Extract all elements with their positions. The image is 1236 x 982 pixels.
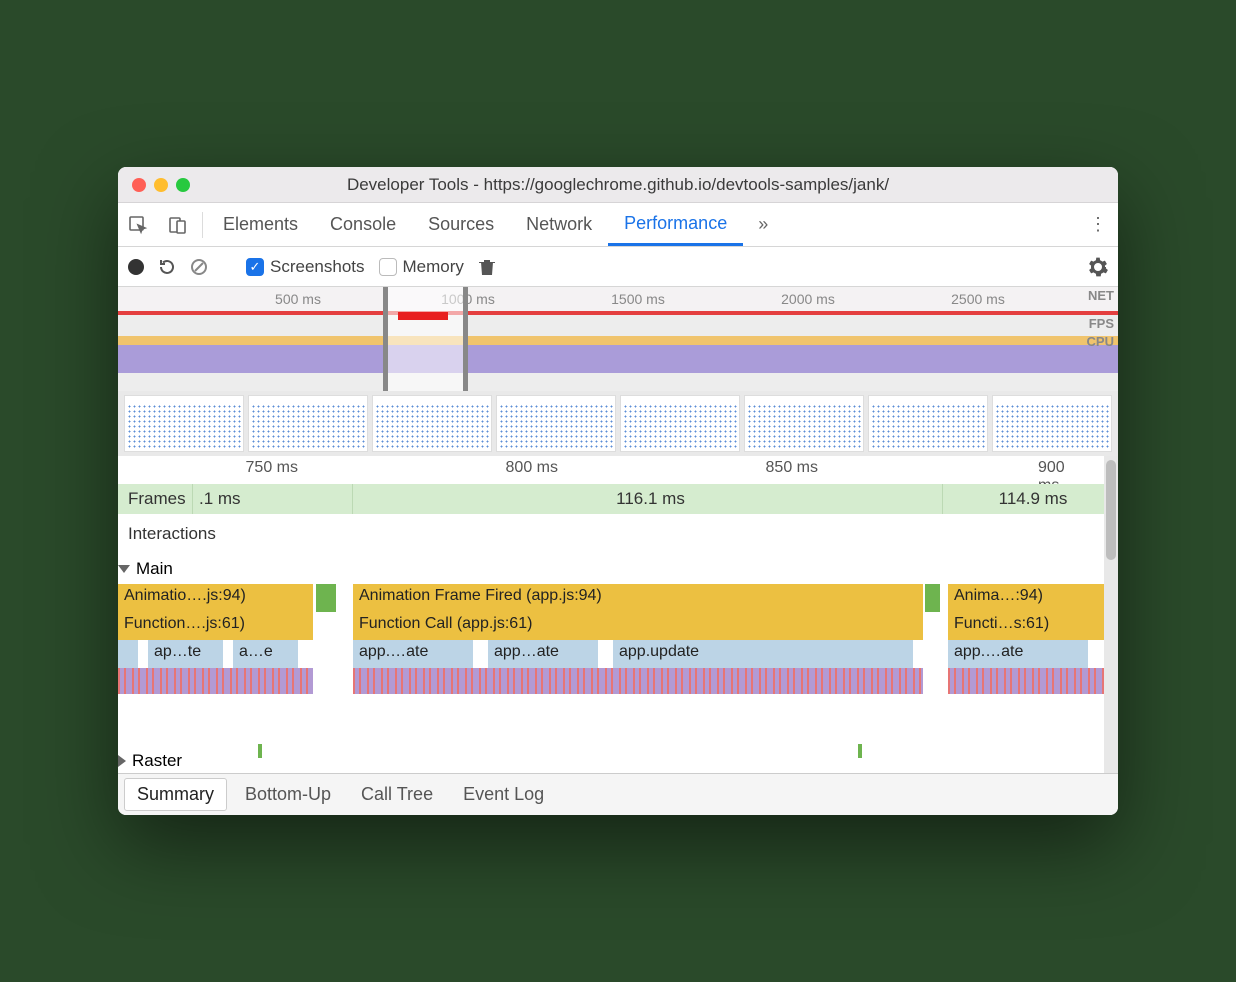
- frame-segment[interactable]: 116.1 ms: [353, 484, 943, 514]
- flame-stripes[interactable]: [353, 668, 923, 694]
- flame-stripes[interactable]: [118, 668, 313, 694]
- flame-bar[interactable]: [118, 640, 138, 668]
- titlebar: Developer Tools - https://googlechrome.g…: [118, 167, 1118, 203]
- detail-ruler: 750 ms 800 ms 850 ms 900 ms: [118, 456, 1118, 484]
- trash-button[interactable]: [478, 257, 496, 277]
- ov-tick: 500 ms: [275, 291, 321, 307]
- screenshot-filmstrip[interactable]: [118, 391, 1118, 456]
- chevron-right-icon: [118, 755, 126, 767]
- screenshot-thumb[interactable]: [496, 395, 616, 452]
- reload-button[interactable]: [158, 258, 176, 276]
- net-label: NET: [1088, 288, 1114, 303]
- checkbox-checked-icon: ✓: [246, 258, 264, 276]
- overview-net-lane: NET: [118, 375, 1118, 391]
- chevron-down-icon: [118, 565, 130, 573]
- d-tick: 800 ms: [506, 459, 558, 477]
- interactions-track[interactable]: Interactions: [118, 514, 1118, 554]
- tab-summary[interactable]: Summary: [124, 778, 227, 811]
- scrollbar-thumb[interactable]: [1106, 460, 1116, 560]
- screenshot-thumb[interactable]: [868, 395, 988, 452]
- window-title: Developer Tools - https://googlechrome.g…: [118, 175, 1118, 195]
- ov-tick: 2000 ms: [781, 291, 835, 307]
- flame-stripes[interactable]: [948, 668, 1108, 694]
- flame-bar[interactable]: [316, 584, 336, 612]
- flame-bar[interactable]: a…e: [233, 640, 298, 668]
- main-label: Main: [136, 559, 173, 579]
- screenshot-thumb[interactable]: [992, 395, 1112, 452]
- flame-bar[interactable]: app…ate: [488, 640, 598, 668]
- settings-icon[interactable]: [1088, 257, 1108, 277]
- ov-tick: 1500 ms: [611, 291, 665, 307]
- frame-segment[interactable]: 114.9 ms: [943, 484, 1118, 514]
- d-tick: 750 ms: [246, 459, 298, 477]
- overview-timeline[interactable]: 500 ms 1000 ms 1500 ms 2000 ms 2500 ms F…: [118, 287, 1118, 391]
- flamechart-area[interactable]: 750 ms 800 ms 850 ms 900 ms Frames .1 ms…: [118, 456, 1118, 773]
- flame-bar[interactable]: app.…ate: [948, 640, 1088, 668]
- flame-bar[interactable]: [925, 584, 940, 612]
- device-toggle-icon[interactable]: [158, 215, 198, 235]
- screenshot-thumb[interactable]: [124, 395, 244, 452]
- ov-tick: 2500 ms: [951, 291, 1005, 307]
- screenshot-thumb[interactable]: [248, 395, 368, 452]
- perf-toolbar: ✓ Screenshots Memory: [118, 247, 1118, 287]
- tab-call-tree[interactable]: Call Tree: [349, 779, 445, 810]
- overview-ruler: 500 ms 1000 ms 1500 ms 2000 ms 2500 ms: [118, 287, 1118, 315]
- devtools-window: Developer Tools - https://googlechrome.g…: [118, 167, 1118, 815]
- tab-network[interactable]: Network: [510, 203, 608, 246]
- main-flamechart[interactable]: Animatio….js:94) Animation Frame Fired (…: [118, 584, 1118, 749]
- checkbox-unchecked-icon: [379, 258, 397, 276]
- frames-track[interactable]: Frames .1 ms 116.1 ms 114.9 ms: [118, 484, 1118, 514]
- flame-bar[interactable]: Animation Frame Fired (app.js:94): [353, 584, 923, 612]
- tab-bottom-up[interactable]: Bottom-Up: [233, 779, 343, 810]
- clear-button[interactable]: [190, 258, 208, 276]
- record-button[interactable]: [128, 259, 144, 275]
- flame-bar[interactable]: Animatio….js:94): [118, 584, 313, 612]
- frame-segment[interactable]: .1 ms: [193, 484, 353, 514]
- flame-bar[interactable]: Function Call (app.js:61): [353, 612, 923, 640]
- more-tabs-icon[interactable]: »: [743, 214, 783, 235]
- raster-label: Raster: [132, 751, 182, 771]
- tab-sources[interactable]: Sources: [412, 203, 510, 246]
- overview-fps-lane: FPS: [118, 315, 1118, 333]
- frames-label: Frames: [118, 484, 193, 514]
- memory-label: Memory: [403, 257, 464, 277]
- tab-event-log[interactable]: Event Log: [451, 779, 556, 810]
- flame-bar[interactable]: Functi…s:61): [948, 612, 1108, 640]
- overview-cpu-lane: CPU: [118, 333, 1118, 375]
- flame-bar[interactable]: app.update: [613, 640, 913, 668]
- screenshots-label: Screenshots: [270, 257, 365, 277]
- flame-bar[interactable]: Anima…:94): [948, 584, 1108, 612]
- details-tabs: Summary Bottom-Up Call Tree Event Log: [118, 773, 1118, 815]
- kebab-menu-icon[interactable]: ⋮: [1078, 214, 1118, 235]
- d-tick: 850 ms: [766, 459, 818, 477]
- screenshot-thumb[interactable]: [620, 395, 740, 452]
- raster-track-header[interactable]: Raster: [118, 749, 1118, 773]
- screenshot-thumb[interactable]: [744, 395, 864, 452]
- screenshots-checkbox[interactable]: ✓ Screenshots: [246, 257, 365, 277]
- flame-bar[interactable]: app.…ate: [353, 640, 473, 668]
- memory-checkbox[interactable]: Memory: [379, 257, 464, 277]
- flame-bar[interactable]: Function….js:61): [118, 612, 313, 640]
- screenshot-thumb[interactable]: [372, 395, 492, 452]
- main-track-header[interactable]: Main: [118, 554, 1118, 584]
- flame-bar[interactable]: ap…te: [148, 640, 223, 668]
- inspect-icon[interactable]: [118, 215, 158, 235]
- panel-tabs: Elements Console Sources Network Perform…: [118, 203, 1118, 247]
- cpu-label: CPU: [1087, 334, 1114, 349]
- tab-console[interactable]: Console: [314, 203, 412, 246]
- overview-selection[interactable]: [383, 287, 468, 391]
- tab-performance[interactable]: Performance: [608, 203, 743, 246]
- vertical-scrollbar[interactable]: [1104, 456, 1118, 773]
- interactions-label: Interactions: [118, 524, 226, 544]
- fps-label: FPS: [1089, 316, 1114, 331]
- tab-elements[interactable]: Elements: [207, 203, 314, 246]
